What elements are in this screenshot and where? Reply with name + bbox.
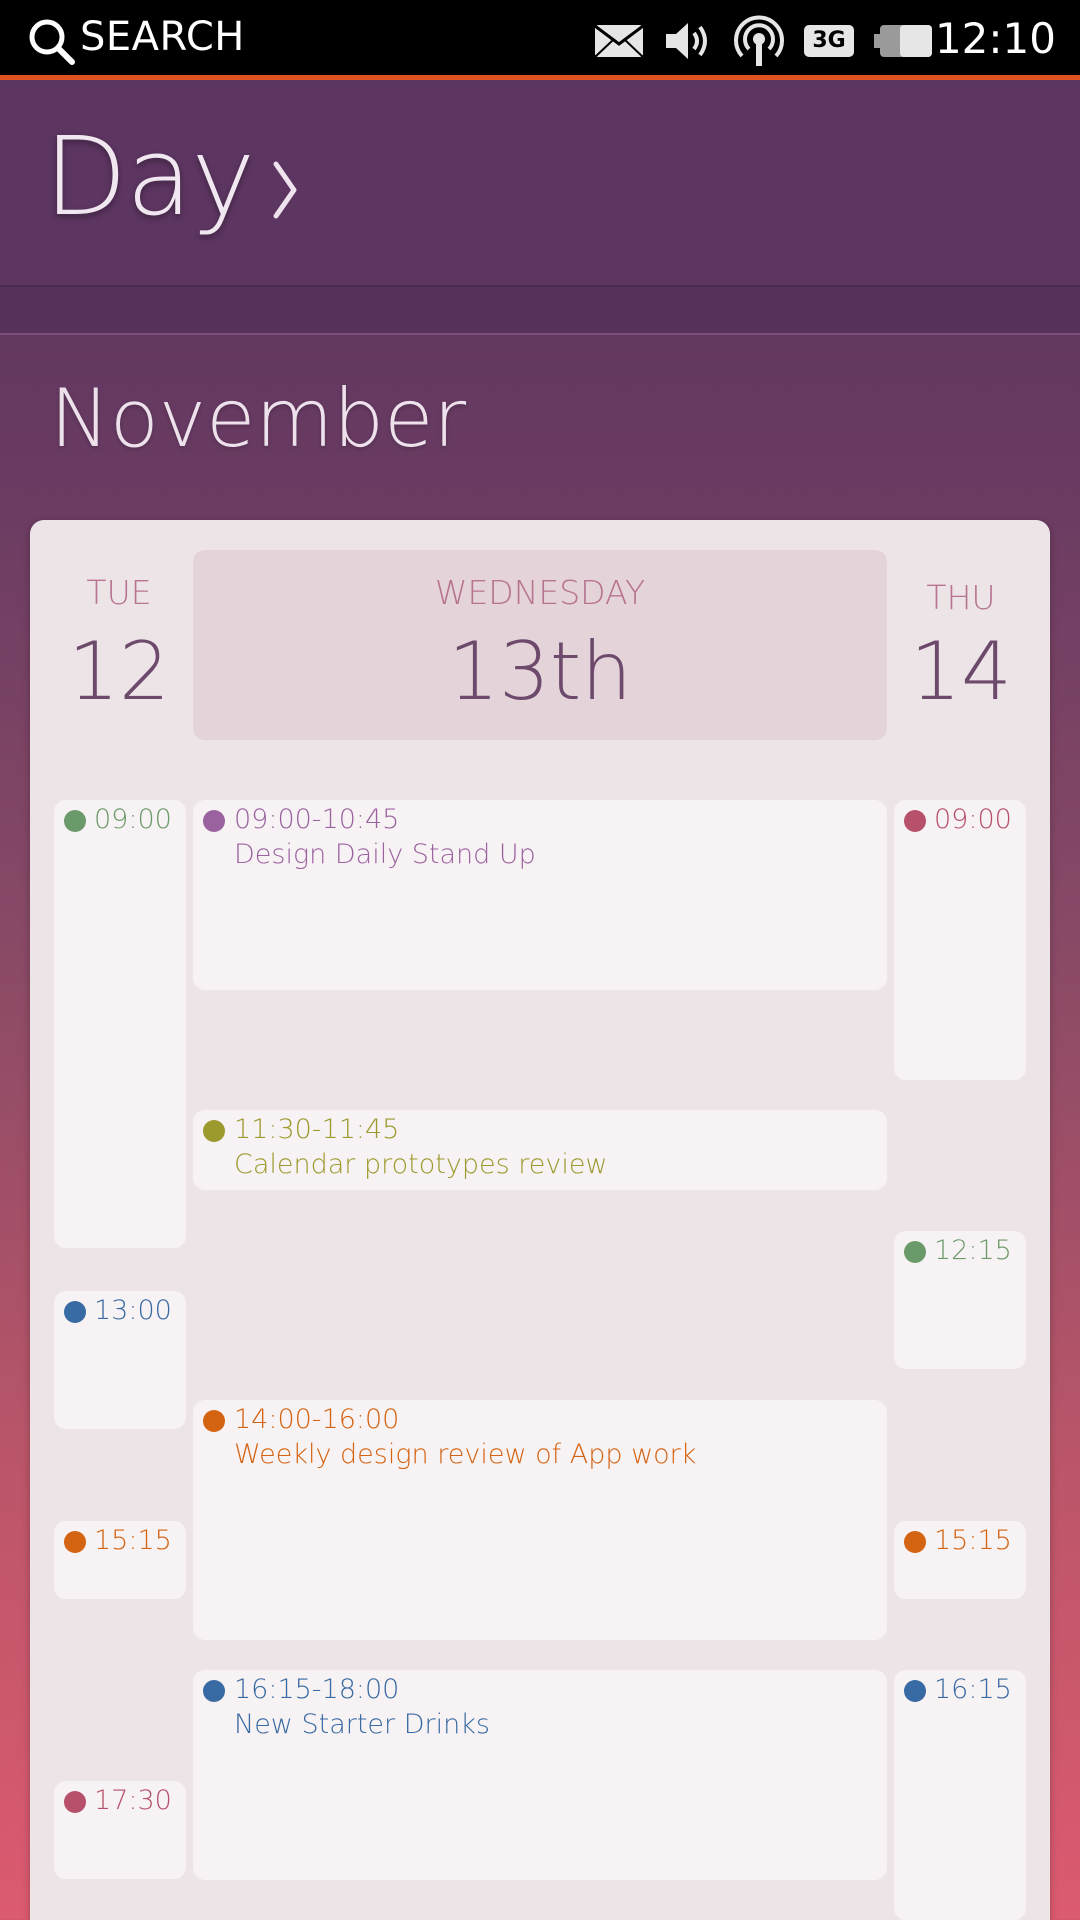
event-time: 15:15: [934, 1525, 1012, 1556]
event-color-dot: [64, 1301, 86, 1323]
event-title: Weekly design review of App work: [234, 1439, 697, 1470]
event-color-dot: [203, 810, 225, 832]
thu-event-3[interactable]: 15:15: [894, 1521, 1026, 1599]
tue-event-2[interactable]: 13:00: [54, 1291, 186, 1429]
event-time: 16:15-18:00: [234, 1674, 400, 1705]
event-color-dot: [904, 1680, 926, 1702]
tue-event-1[interactable]: 09:00: [54, 800, 186, 1248]
chevron-right-icon[interactable]: [272, 158, 298, 222]
event-title: New Starter Drinks: [234, 1709, 490, 1740]
event-time: 09:00: [934, 804, 1012, 835]
event-color-dot: [904, 1531, 926, 1553]
event-time: 09:00-10:45: [234, 804, 400, 835]
event-color-dot: [64, 810, 86, 832]
event-color-dot: [203, 1120, 225, 1142]
event-time: 12:15: [934, 1235, 1012, 1266]
clock: 12:10: [934, 14, 1056, 63]
event-time: 13:00: [94, 1295, 172, 1326]
event-time: 11:30-11:45: [234, 1114, 400, 1145]
search-icon[interactable]: [26, 16, 76, 66]
prev-day-label[interactable]: TUE: [54, 573, 184, 612]
event-color-dot: [64, 1531, 86, 1553]
event-color-dot: [904, 1241, 926, 1263]
event-time: 15:15: [94, 1525, 172, 1556]
header-divider: [0, 285, 1080, 335]
wed-event-1[interactable]: 09:00-10:45 Design Daily Stand Up: [193, 800, 887, 990]
event-color-dot: [904, 810, 926, 832]
event-title: Calendar prototypes review: [234, 1149, 608, 1180]
current-day-label: WEDNESDAY: [434, 573, 646, 612]
search-label[interactable]: SEARCH: [80, 14, 245, 60]
event-color-dot: [203, 1680, 225, 1702]
tue-event-4[interactable]: 17:30: [54, 1781, 186, 1879]
prev-day-number[interactable]: 12: [54, 625, 184, 718]
next-day-label[interactable]: THU: [894, 578, 1028, 617]
event-time: 09:00: [94, 804, 172, 835]
envelope-icon: [594, 24, 644, 58]
event-title: Design Daily Stand Up: [234, 839, 536, 870]
tue-event-3[interactable]: 15:15: [54, 1521, 186, 1599]
event-color-dot: [203, 1410, 225, 1432]
battery-icon: [874, 25, 932, 57]
wed-event-3[interactable]: 14:00-16:00 Weekly design review of App …: [193, 1400, 887, 1640]
event-time: 16:15: [934, 1674, 1012, 1705]
month-title: November: [50, 372, 467, 465]
wed-event-2[interactable]: 11:30-11:45 Calendar prototypes review: [193, 1110, 887, 1190]
wed-event-4[interactable]: 16:15-18:00 New Starter Drinks: [193, 1670, 887, 1880]
status-bar: SEARCH 3G 12:10: [0, 0, 1080, 80]
event-time: 17:30: [94, 1785, 172, 1816]
current-day-number: 13th: [448, 625, 632, 718]
app-header: Day: [0, 85, 1080, 285]
event-color-dot: [64, 1791, 86, 1813]
volume-icon: [666, 23, 707, 59]
page-title[interactable]: Day: [44, 115, 255, 240]
thu-event-4[interactable]: 16:15: [894, 1670, 1026, 1920]
broadcast-icon: [734, 15, 784, 66]
thu-event-1[interactable]: 09:00: [894, 800, 1026, 1080]
thu-event-2[interactable]: 12:15: [894, 1231, 1026, 1369]
network-3g-icon: 3G: [804, 25, 854, 57]
next-day-number[interactable]: 14: [894, 625, 1028, 718]
event-time: 14:00-16:00: [234, 1404, 400, 1435]
